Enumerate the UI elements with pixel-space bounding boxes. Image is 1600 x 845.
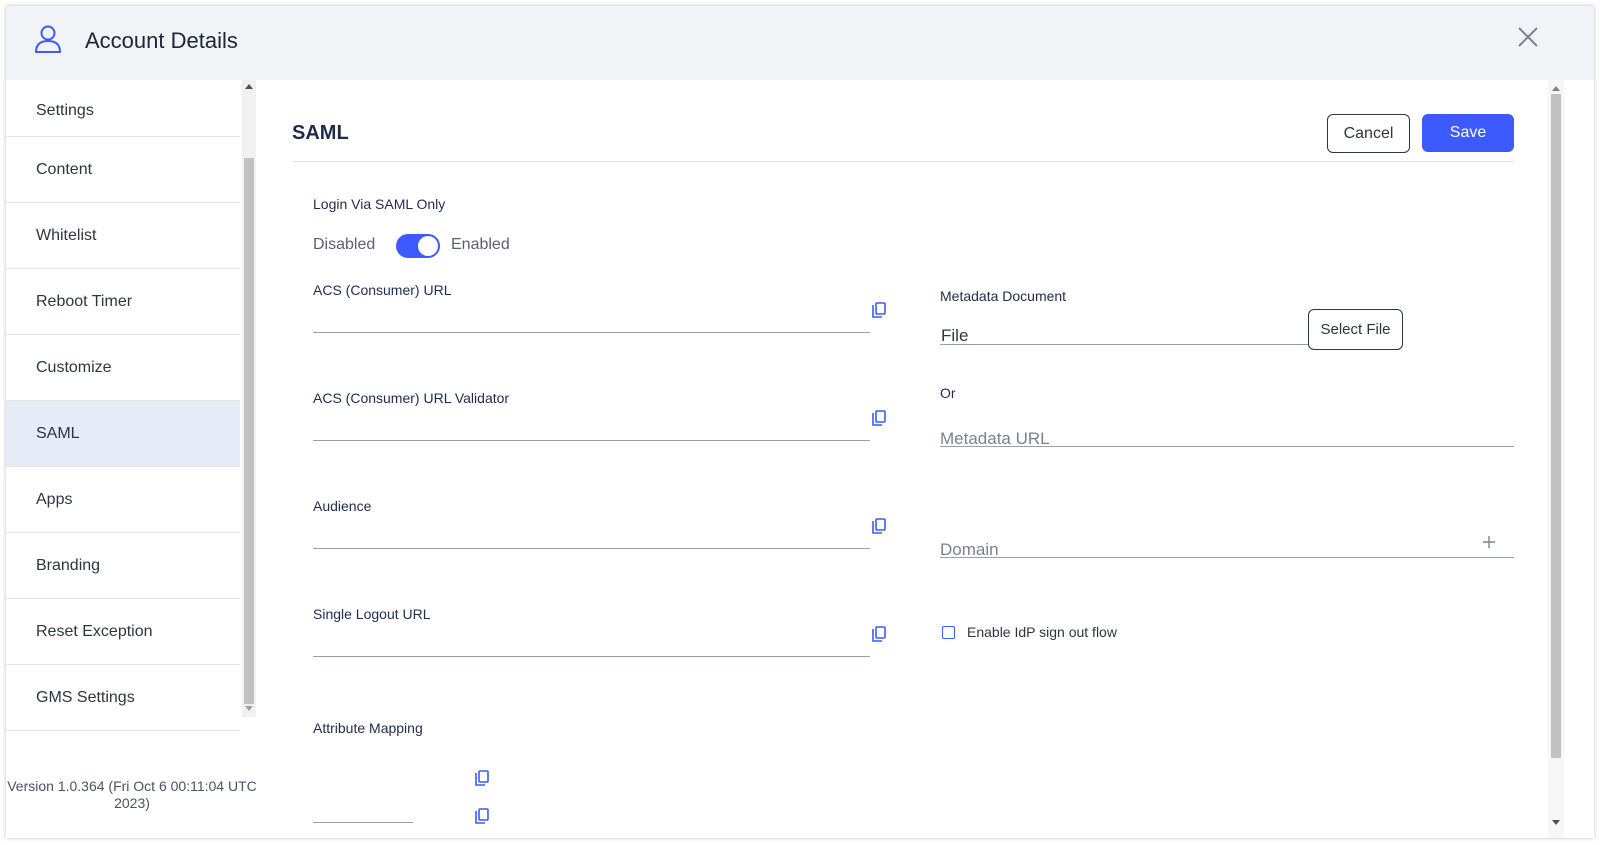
copy-icon[interactable] <box>871 518 887 534</box>
sidebar-item-label: Apps <box>36 490 73 508</box>
toggle-knob <box>418 236 438 256</box>
user-icon <box>35 25 61 53</box>
version-line-1: Version 1.0.364 (Fri Oct 6 00:11:04 UTC <box>7 778 257 794</box>
audience-field[interactable] <box>313 548 870 549</box>
sidebar-scrollbar-thumb[interactable] <box>244 158 254 704</box>
sidebar-item-label: SAML <box>36 424 80 442</box>
scroll-up-arrow-icon[interactable] <box>245 84 253 89</box>
sidebar-item-branding[interactable]: Branding <box>6 533 240 599</box>
metadata-file-value: File <box>941 326 969 345</box>
attribute-mapping-field[interactable] <box>313 822 413 823</box>
sidebar-item-label: Branding <box>36 556 101 574</box>
single-logout-field[interactable] <box>313 656 870 657</box>
title-divider <box>292 161 1514 162</box>
toggle-disabled-label: Disabled <box>313 236 376 253</box>
or-label: Or <box>940 385 956 401</box>
saml-panel: SAML Cancel Save Login Via SAML Only Dis… <box>258 80 1548 838</box>
dialog-header: Account Details <box>6 6 1594 80</box>
idp-signout-label: Enable IdP sign out flow <box>967 624 1117 640</box>
toggle-enabled-label: Enabled <box>451 236 510 253</box>
scroll-down-arrow-icon[interactable] <box>245 706 253 711</box>
sidebar-item-reset-exception[interactable]: Reset Exception <box>6 599 240 665</box>
main-scrollbar[interactable] <box>1548 80 1564 838</box>
metadata-file-field[interactable] <box>940 344 1310 345</box>
audience-label: Audience <box>313 498 372 514</box>
version-info: Version 1.0.364 (Fri Oct 6 00:11:04 UTC … <box>6 778 258 812</box>
login-saml-label: Login Via SAML Only <box>313 196 446 212</box>
copy-icon[interactable] <box>871 410 887 426</box>
sidebar-item-label: Customize <box>36 358 112 376</box>
dialog-title: Account Details <box>85 28 238 53</box>
main-scrollbar-thumb[interactable] <box>1551 94 1561 758</box>
sidebar: Settings Content Whitelist Reboot Timer … <box>6 80 258 838</box>
copy-icon[interactable] <box>474 770 490 786</box>
copy-icon[interactable] <box>474 808 490 824</box>
metadata-url-underline <box>940 446 1514 447</box>
acs-validator-label: ACS (Consumer) URL Validator <box>313 390 510 406</box>
sidebar-item-gms-settings[interactable]: GMS Settings <box>6 665 240 731</box>
sidebar-item-settings[interactable]: Settings <box>6 80 240 137</box>
sidebar-item-label: Reboot Timer <box>36 292 133 310</box>
sidebar-item-label: Reset Exception <box>36 622 153 640</box>
sidebar-nav: Settings Content Whitelist Reboot Timer … <box>6 80 240 731</box>
login-saml-toggle[interactable] <box>396 234 440 258</box>
scroll-up-arrow-icon[interactable] <box>1552 86 1560 91</box>
page-title: SAML <box>292 122 349 144</box>
acs-validator-field[interactable] <box>313 440 870 441</box>
sidebar-item-apps[interactable]: Apps <box>6 467 240 533</box>
sidebar-item-content[interactable]: Content <box>6 137 240 203</box>
single-logout-label: Single Logout URL <box>313 606 431 622</box>
domain-underline <box>940 557 1514 558</box>
attribute-mapping-label: Attribute Mapping <box>313 720 423 736</box>
acs-url-label: ACS (Consumer) URL <box>313 282 452 298</box>
sidebar-item-label: GMS Settings <box>36 688 135 706</box>
close-icon[interactable] <box>1517 26 1539 48</box>
copy-icon[interactable] <box>871 302 887 318</box>
copy-icon[interactable] <box>871 626 887 642</box>
plus-icon[interactable] <box>1482 535 1496 549</box>
metadata-document-label: Metadata Document <box>940 288 1067 304</box>
sidebar-item-label: Content <box>36 160 93 178</box>
sidebar-item-saml[interactable]: SAML <box>6 401 240 467</box>
idp-signout-checkbox[interactable] <box>942 626 955 639</box>
select-file-button[interactable]: Select File <box>1308 309 1403 350</box>
cancel-button[interactable]: Cancel <box>1327 114 1410 153</box>
version-line-2: 2023) <box>114 795 150 811</box>
sidebar-scrollbar[interactable] <box>242 80 256 717</box>
scroll-down-arrow-icon[interactable] <box>1552 820 1560 825</box>
account-details-dialog: Account Details Settings Content Whiteli… <box>6 6 1594 838</box>
sidebar-item-label: Whitelist <box>36 226 97 244</box>
sidebar-item-label: Settings <box>36 102 94 119</box>
sidebar-item-reboot-timer[interactable]: Reboot Timer <box>6 269 240 335</box>
sidebar-item-customize[interactable]: Customize <box>6 335 240 401</box>
sidebar-item-whitelist[interactable]: Whitelist <box>6 203 240 269</box>
save-button[interactable]: Save <box>1422 114 1514 152</box>
acs-url-field[interactable] <box>313 332 870 333</box>
